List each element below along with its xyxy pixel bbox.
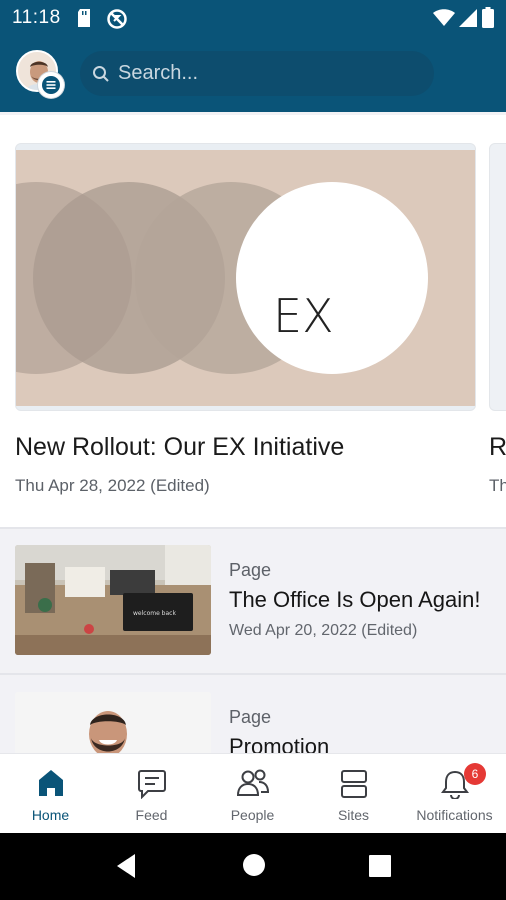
people-icon (236, 769, 269, 796)
section-divider (0, 527, 506, 529)
home-icon (38, 770, 63, 796)
featured-date: Thu Apr 28, 2022 (Edited) (15, 476, 210, 495)
tab-feed[interactable]: Feed (101, 754, 202, 834)
next-featured-date: Th (489, 476, 506, 495)
tab-sites[interactable]: Sites (303, 754, 404, 834)
blocked-icon (107, 9, 127, 29)
tab-notifications[interactable]: 6 Notifications (404, 754, 505, 834)
next-featured-card-image[interactable] (489, 143, 506, 411)
status-time: 11:18 (12, 7, 61, 28)
app-screen: 11:18 Search... EX New Rollout: Our EX I… (0, 0, 506, 900)
tab-label: Notifications (416, 807, 493, 823)
back-icon[interactable] (115, 853, 137, 879)
item-title[interactable]: The Office Is Open Again! (229, 587, 481, 613)
office-thumbnail: welcome back (15, 545, 211, 655)
battery-icon (482, 7, 494, 28)
list-divider (0, 673, 506, 675)
tab-home[interactable]: Home (0, 754, 101, 834)
featured-carousel[interactable]: EX New Rollout: Our EX Initiative Thu Ap… (0, 115, 506, 527)
tab-people[interactable]: People (202, 754, 303, 834)
search-bar[interactable]: Search... (80, 51, 434, 96)
tab-label: People (230, 807, 275, 823)
tab-label: Feed (135, 807, 168, 823)
chat-icon (137, 770, 166, 799)
status-bar: 11:18 (0, 0, 506, 36)
featured-card-image[interactable]: EX (15, 143, 476, 411)
tab-label: Sites (337, 807, 370, 823)
tab-label: Home (31, 807, 70, 823)
office-photo: welcome back (15, 545, 211, 655)
next-featured-title[interactable]: R (489, 433, 506, 462)
recents-icon[interactable] (369, 855, 391, 877)
system-navigation-bar (0, 833, 506, 900)
sd-card-icon (78, 9, 90, 27)
item-type: Page (229, 707, 272, 727)
home-button-icon[interactable] (242, 853, 266, 877)
featured-title[interactable]: New Rollout: Our EX Initiative (15, 433, 344, 462)
app-header: Search... (0, 36, 506, 112)
office-screen-text: welcome back (133, 610, 176, 617)
wifi-icon (433, 9, 455, 26)
menu-icon (42, 76, 60, 94)
search-placeholder: Search... (118, 62, 199, 84)
ex-initiative-image: EX (16, 150, 475, 406)
list-item[interactable]: welcome back Page The Office Is Open Aga… (0, 530, 506, 670)
bottom-navigation: Home Feed People Sites 6 Notifications (0, 753, 506, 833)
signal-icon (459, 9, 477, 27)
notification-badge: 6 (464, 763, 486, 785)
item-type: Page (229, 560, 272, 580)
search-icon (93, 66, 109, 82)
menu-button[interactable] (38, 72, 64, 98)
item-date: Wed Apr 20, 2022 (Edited) (229, 622, 418, 639)
ex-image-text: EX (273, 289, 334, 343)
sites-icon (340, 770, 367, 798)
